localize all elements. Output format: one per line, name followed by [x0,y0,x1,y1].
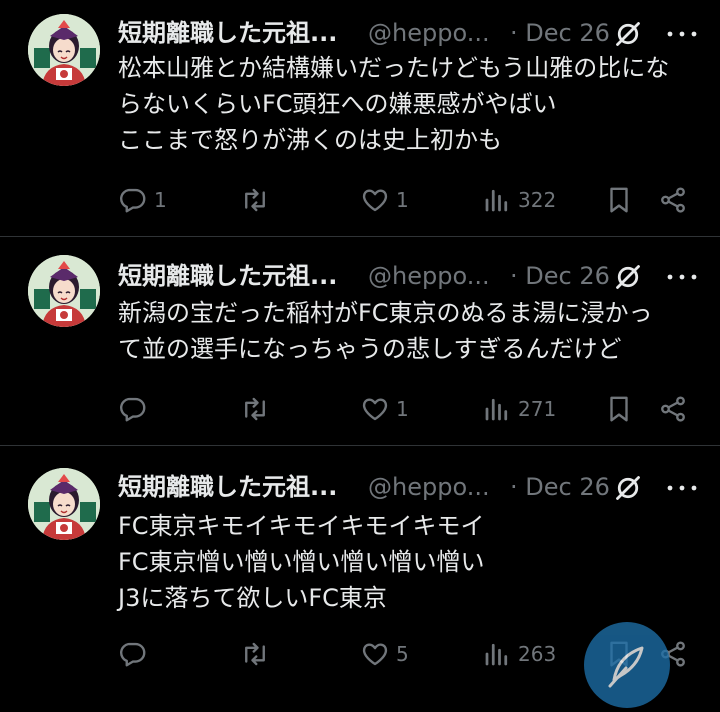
bookmark-button[interactable] [604,389,634,429]
avatar[interactable] [28,14,100,86]
grok-icon[interactable] [614,474,642,502]
views-button[interactable]: 263 [482,634,556,674]
like-button[interactable]: 1 [360,180,409,220]
heart-icon [360,639,390,669]
grok-icon[interactable] [614,263,642,291]
reply-icon [118,394,148,424]
share-icon [658,394,688,424]
display-name[interactable]: 短期離職した元祖... [118,470,337,504]
share-button[interactable] [658,389,688,429]
tweet-date[interactable]: · Dec 26 [510,470,610,504]
avatar-image [28,255,100,327]
tweet-date[interactable]: · Dec 26 [510,259,610,293]
compose-button[interactable] [584,622,670,708]
share-button[interactable] [658,180,688,220]
tweet-line: ここまで怒りが沸くのは史上初かも [118,126,502,154]
tweet-line: J3に落ちて欲しいFC東京 [118,584,387,612]
reply-button[interactable]: 1 [118,180,167,220]
avatar-image [28,468,100,540]
share-icon [658,185,688,215]
retweet-button[interactable] [240,634,270,674]
reply-icon [118,639,148,669]
tweet-line: 新潟の宝だった稲村がFC東京のぬるま湯に浸かっ [118,299,653,327]
view-count: 271 [518,397,557,421]
tweet-line: らないくらいFC頭狂への嫌悪感がやばい [118,90,557,118]
tweet-text: 新潟の宝だった稲村がFC東京のぬるま湯に浸かっ て並の選手になっちゃうの悲しすぎ… [118,295,708,367]
user-handle[interactable]: @heppo... [368,470,490,504]
retweet-icon [240,394,270,424]
user-handle[interactable]: @heppo... [368,259,490,293]
views-button[interactable]: 271 [482,389,556,429]
separator-dot: · [510,19,518,47]
views-icon [482,639,512,669]
like-button[interactable]: 1 [360,389,409,429]
heart-icon [360,185,390,215]
avatar[interactable] [28,255,100,327]
views-icon [482,185,512,215]
avatar[interactable] [28,468,100,540]
retweet-button[interactable] [240,389,270,429]
heart-icon [360,394,390,424]
like-count: 1 [396,397,409,421]
like-count: 1 [396,188,409,212]
tweet-actions: 1 1 322 [0,180,720,220]
bookmark-icon [604,394,634,424]
tweet-line: 松本山雅とか結構嫌いだったけどもう山雅の比にな [118,54,670,82]
bookmark-button[interactable] [604,180,634,220]
retweet-icon [240,639,270,669]
tweet-header: 短期離職した元祖... @heppo... · Dec 26 [118,16,718,52]
tweet-2[interactable]: 短期離職した元祖... @heppo... · Dec 26 新潟の宝だった稲村… [0,237,720,446]
tweet-header: 短期離職した元祖... @heppo... · Dec 26 [118,259,718,295]
bookmark-icon [604,185,634,215]
tweet-header: 短期離職した元祖... @heppo... · Dec 26 [118,470,718,506]
date-text[interactable]: Dec 26 [525,473,610,501]
date-text[interactable]: Dec 26 [525,19,610,47]
more-icon[interactable] [662,474,702,502]
reply-button[interactable] [118,634,154,674]
avatar-image [28,14,100,86]
retweet-icon [240,185,270,215]
retweet-button[interactable] [240,180,270,220]
reply-icon [118,185,148,215]
like-count: 5 [396,642,409,666]
tweet-actions: 1 271 [0,389,720,429]
grok-icon[interactable] [614,20,642,48]
display-name[interactable]: 短期離職した元祖... [118,16,337,50]
more-icon[interactable] [662,20,702,48]
tweet-text: FC東京キモイキモイキモイキモイ FC東京憎い憎い憎い憎い憎い憎い J3に落ちて… [118,508,708,616]
display-name[interactable]: 短期離職した元祖... [118,259,337,293]
tweet-1[interactable]: 短期離職した元祖... @heppo... · Dec 26 松本山雅とか結構嫌… [0,0,720,237]
view-count: 263 [518,642,557,666]
like-button[interactable]: 5 [360,634,409,674]
date-text[interactable]: Dec 26 [525,262,610,290]
views-button[interactable]: 322 [482,180,556,220]
separator-dot: · [510,473,518,501]
view-count: 322 [518,188,557,212]
more-icon[interactable] [662,263,702,291]
reply-button[interactable] [118,389,154,429]
user-handle[interactable]: @heppo... [368,16,490,50]
reply-count: 1 [154,188,167,212]
tweet-line: FC東京憎い憎い憎い憎い憎い憎い [118,548,485,576]
views-icon [482,394,512,424]
tweet-date[interactable]: · Dec 26 [510,16,610,50]
compose-feather-icon [608,646,644,688]
separator-dot: · [510,262,518,290]
tweet-text: 松本山雅とか結構嫌いだったけどもう山雅の比にな らないくらいFC頭狂への嫌悪感が… [118,50,708,158]
tweet-line: て並の選手になっちゃうの悲しすぎるんだけど [118,335,622,363]
tweet-line: FC東京キモイキモイキモイキモイ [118,512,485,540]
